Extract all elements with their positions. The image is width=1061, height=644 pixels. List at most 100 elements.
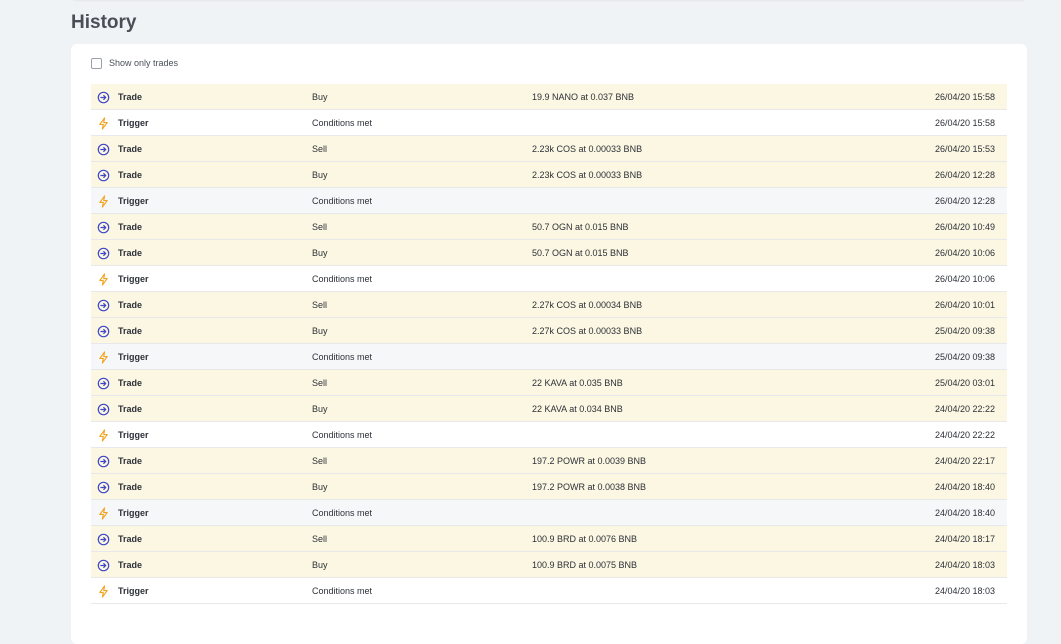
row-detail: 19.9 NANO at 0.037 BNB xyxy=(532,92,635,102)
history-row[interactable]: Trigger Conditions met 24/04/20 18:40 xyxy=(91,500,1007,526)
row-action: Buy xyxy=(312,404,328,414)
row-action: Conditions met xyxy=(312,508,373,518)
row-detail: 197.2 POWR at 0.0039 BNB xyxy=(532,456,647,466)
row-time: 24/04/20 18:40 xyxy=(934,482,995,492)
row-action: Sell xyxy=(312,534,328,544)
row-detail: 100.9 BRD at 0.0075 BNB xyxy=(532,560,638,570)
row-action: Buy xyxy=(312,560,328,570)
row-action: Sell xyxy=(312,144,328,154)
row-type: Trade xyxy=(118,92,143,102)
row-detail: 2.23k COS at 0.00033 BNB xyxy=(532,170,643,180)
row-time: 26/04/20 10:06 xyxy=(934,274,995,284)
history-row[interactable]: Trade Sell 22 KAVA at 0.035 BNB 25/04/20… xyxy=(91,370,1007,396)
row-time: 26/04/20 10:49 xyxy=(934,222,995,232)
trade-icon xyxy=(97,299,110,312)
row-time: 26/04/20 12:28 xyxy=(934,196,995,206)
history-row[interactable]: Trade Buy 50.7 OGN at 0.015 BNB 26/04/20… xyxy=(91,240,1007,266)
row-type: Trigger xyxy=(118,586,149,596)
history-row[interactable]: Trade Buy 22 KAVA at 0.034 BNB 24/04/20 … xyxy=(91,396,1007,422)
row-detail: 22 KAVA at 0.034 BNB xyxy=(532,404,623,414)
row-type: Trigger xyxy=(118,430,149,440)
history-row[interactable]: Trigger Conditions met 26/04/20 12:28 xyxy=(91,188,1007,214)
history-row[interactable]: Trade Sell 50.7 OGN at 0.015 BNB 26/04/2… xyxy=(91,214,1007,240)
row-type: Trade xyxy=(118,404,143,414)
row-detail: 22 KAVA at 0.035 BNB xyxy=(532,378,623,388)
history-row[interactable]: Trigger Conditions met 24/04/20 18:03 xyxy=(91,578,1007,604)
row-time: 25/04/20 09:38 xyxy=(934,326,995,336)
row-time: 24/04/20 18:03 xyxy=(934,560,995,570)
row-type: Trigger xyxy=(118,274,149,284)
lightning-icon xyxy=(97,429,110,442)
history-row[interactable]: Trigger Conditions met 24/04/20 22:22 xyxy=(91,422,1007,448)
row-type: Trade xyxy=(118,144,143,154)
row-time: 24/04/20 18:17 xyxy=(934,534,995,544)
row-action: Buy xyxy=(312,170,328,180)
row-type: Trade xyxy=(118,248,143,258)
row-action: Sell xyxy=(312,222,328,232)
row-action: Conditions met xyxy=(312,274,373,284)
row-detail: 2.27k COS at 0.00033 BNB xyxy=(532,326,643,336)
row-time: 26/04/20 15:58 xyxy=(934,118,995,128)
row-action: Sell xyxy=(312,456,328,466)
row-type: Trade xyxy=(118,222,143,232)
row-detail: 100.9 BRD at 0.0076 BNB xyxy=(532,534,638,544)
trade-icon xyxy=(97,247,110,260)
row-detail: 2.27k COS at 0.00034 BNB xyxy=(532,300,643,310)
history-row[interactable]: Trigger Conditions met 25/04/20 09:38 xyxy=(91,344,1007,370)
history-row[interactable]: Trade Sell 2.27k COS at 0.00034 BNB 26/0… xyxy=(91,292,1007,318)
row-type: Trade xyxy=(118,300,143,310)
row-time: 26/04/20 10:01 xyxy=(934,300,995,310)
history-row[interactable]: Trade Buy 2.27k COS at 0.00033 BNB 25/04… xyxy=(91,318,1007,344)
lightning-icon xyxy=(97,195,110,208)
history-row[interactable]: Trigger Conditions met 26/04/20 15:58 xyxy=(91,110,1007,136)
row-type: Trigger xyxy=(118,118,149,128)
row-action: Buy xyxy=(312,326,328,336)
history-row[interactable]: Trade Buy 100.9 BRD at 0.0075 BNB 24/04/… xyxy=(91,552,1007,578)
history-row[interactable]: Trade Buy 19.9 NANO at 0.037 BNB 26/04/2… xyxy=(91,84,1007,110)
history-row[interactable]: Trigger Conditions met 26/04/20 10:06 xyxy=(91,266,1007,292)
page-title: History xyxy=(71,12,137,33)
row-type: Trade xyxy=(118,560,143,570)
trade-icon xyxy=(97,325,110,338)
row-type: Trigger xyxy=(118,352,149,362)
history-row[interactable]: Trade Sell 2.23k COS at 0.00033 BNB 26/0… xyxy=(91,136,1007,162)
row-type: Trade xyxy=(118,456,143,466)
trade-icon xyxy=(97,533,110,546)
row-type: Trade xyxy=(118,170,143,180)
trade-icon xyxy=(97,559,110,572)
show-only-trades-checkbox[interactable] xyxy=(91,57,102,69)
row-type: Trigger xyxy=(118,508,149,518)
history-row[interactable]: Trade Sell 197.2 POWR at 0.0039 BNB 24/0… xyxy=(91,448,1007,474)
row-action: Buy xyxy=(312,248,328,258)
row-detail: 50.7 OGN at 0.015 BNB xyxy=(532,222,629,232)
row-action: Conditions met xyxy=(312,118,373,128)
trade-icon xyxy=(97,91,110,104)
row-time: 26/04/20 15:53 xyxy=(934,144,995,154)
history-row[interactable]: Trade Buy 197.2 POWR at 0.0038 BNB 24/04… xyxy=(91,474,1007,500)
row-time: 24/04/20 22:22 xyxy=(934,404,995,414)
trade-icon xyxy=(97,403,110,416)
lightning-icon xyxy=(97,351,110,364)
row-time: 24/04/20 18:40 xyxy=(934,508,995,518)
lightning-icon xyxy=(97,273,110,286)
show-only-trades-filter[interactable]: Show only trades xyxy=(91,57,178,69)
history-row[interactable]: Trade Buy 2.23k COS at 0.00033 BNB 26/04… xyxy=(91,162,1007,188)
history-row[interactable]: Trade Sell 100.9 BRD at 0.0076 BNB 24/04… xyxy=(91,526,1007,552)
lightning-icon xyxy=(97,585,110,598)
row-time: 24/04/20 18:03 xyxy=(934,586,995,596)
row-time: 26/04/20 15:58 xyxy=(934,92,995,102)
row-action: Conditions met xyxy=(312,196,373,206)
row-action: Conditions met xyxy=(312,352,373,362)
row-detail: 197.2 POWR at 0.0038 BNB xyxy=(532,482,647,492)
row-action: Sell xyxy=(312,378,328,388)
row-detail: 50.7 OGN at 0.015 BNB xyxy=(532,248,629,258)
trade-icon xyxy=(97,143,110,156)
row-type: Trade xyxy=(118,534,143,544)
lightning-icon xyxy=(97,507,110,520)
row-action: Conditions met xyxy=(312,430,373,440)
row-action: Buy xyxy=(312,482,328,492)
history-card: Show only trades Trade Buy 19.9 NANO at … xyxy=(71,44,1027,644)
row-detail: 2.23k COS at 0.00033 BNB xyxy=(532,144,643,154)
trade-icon xyxy=(97,169,110,182)
row-action: Conditions met xyxy=(312,586,373,596)
